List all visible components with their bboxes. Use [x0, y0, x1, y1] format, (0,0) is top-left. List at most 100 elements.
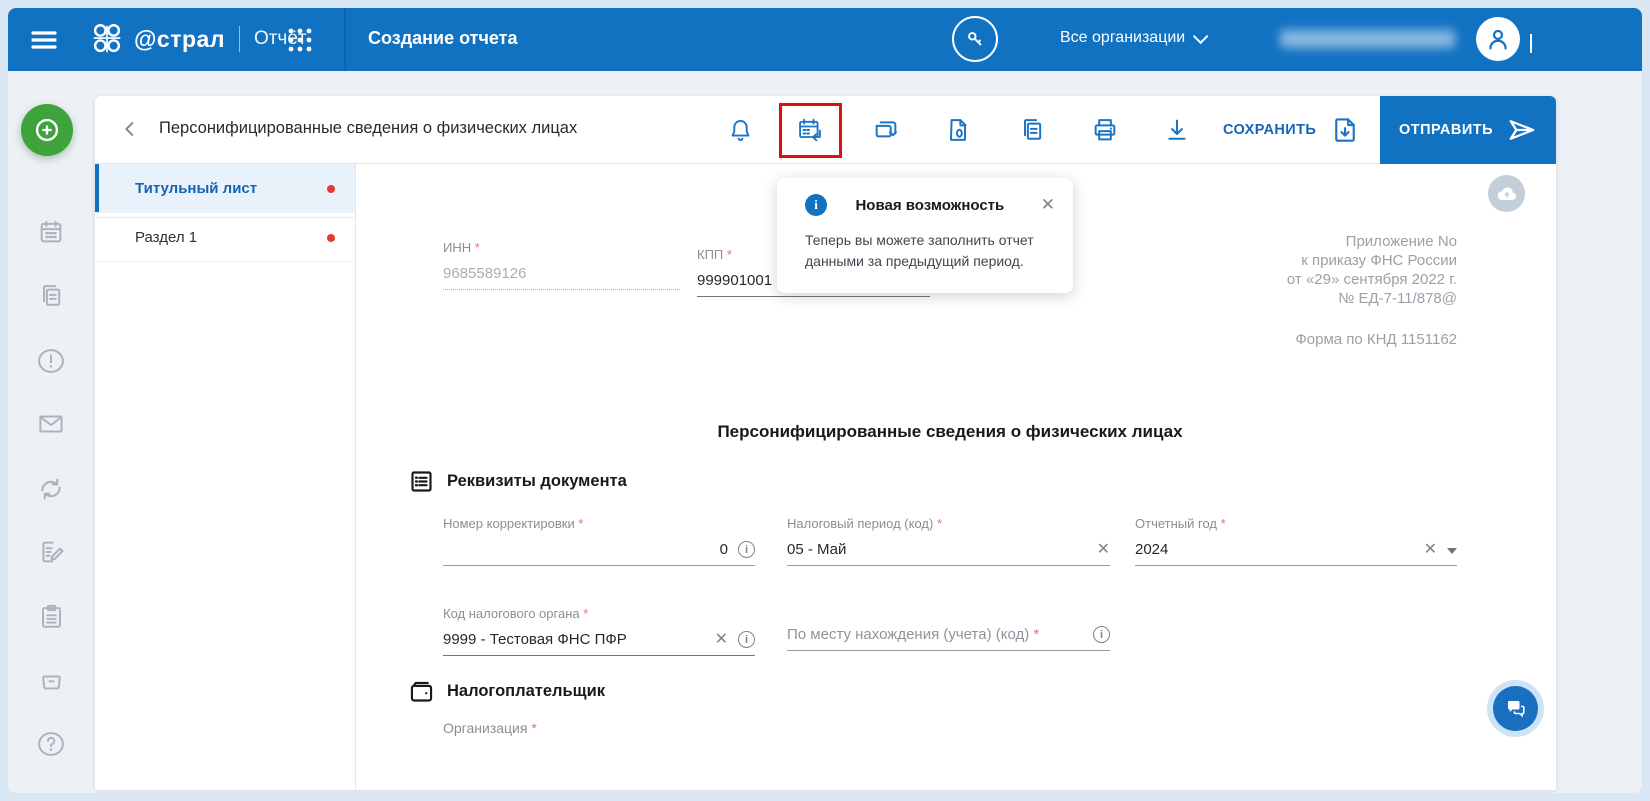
doc-zero-icon[interactable] [943, 115, 973, 145]
correction-number-label: Номер корректировки [443, 516, 755, 531]
app-logo[interactable]: @страл Отчёт [88, 20, 307, 58]
app-window: @страл Отчёт Создание отчета Все организ… [8, 8, 1642, 793]
section-taxpayer-header: Налогоплательщик [408, 678, 605, 705]
header-divider [344, 8, 346, 71]
calendar-restore-icon[interactable] [795, 115, 825, 145]
info-icon[interactable]: i [738, 631, 755, 648]
copy-docs-icon[interactable] [34, 279, 68, 313]
account-chevron-down-icon[interactable] [1530, 34, 1532, 53]
chevron-down-icon [1193, 28, 1209, 44]
page-title: Создание отчета [368, 28, 518, 48]
tax-period-field[interactable]: Налоговый период (код) 05 - Май ✕ [787, 516, 1110, 566]
section-taxpayer-title: Налогоплательщик [447, 682, 605, 700]
astral-knot-icon [93, 23, 121, 53]
knd-form-number: Форма по КНД 1151162 [1295, 331, 1457, 348]
tax-authority-value: 9999 - Тестовая ФНС ПФР [443, 631, 627, 648]
save-icon [1335, 118, 1355, 142]
inn-label: ИНН [443, 240, 680, 255]
report-year-label: Отчетный год [1135, 516, 1457, 531]
help-icon[interactable] [34, 727, 68, 761]
popup-body-line1: Теперь вы можете заполнить отчет [805, 232, 1034, 248]
clear-icon[interactable]: ✕ [1424, 542, 1437, 558]
section-requisites-header: Реквизиты документа [408, 468, 627, 495]
correction-number-field[interactable]: Номер корректировки 0i [443, 516, 755, 566]
calendar-icon[interactable] [34, 215, 68, 249]
send-button-label: ОТПРАВИТЬ [1398, 122, 1494, 138]
add-report-button[interactable] [21, 104, 73, 156]
form-content: ИНН 9685589126 КПП 999901001 i Новая воз… [356, 164, 1556, 790]
inn-value: 9685589126 [443, 265, 527, 282]
error-dot-icon [327, 185, 335, 193]
info-icon: i [805, 194, 827, 216]
correction-number-value: 0 [719, 541, 728, 558]
document-sections-panel: Титульный лист Раздел 1 [95, 164, 356, 790]
report-year-value: 2024 [1135, 541, 1169, 558]
legal-line: № ЕД-7-11/878@ [1338, 290, 1457, 307]
requisites-icon [411, 471, 432, 492]
legal-line: Приложение No [1345, 233, 1457, 250]
envelope-icon[interactable] [34, 407, 68, 441]
chat-widget-button[interactable] [1487, 680, 1544, 737]
new-feature-popup: i Новая возможность ✕ Теперь вы можете з… [777, 178, 1073, 293]
report-year-field[interactable]: Отчетный год 2024 ✕ [1135, 516, 1457, 566]
organization-selector-label: Все организации [1060, 29, 1186, 46]
chat-icon [1493, 686, 1538, 731]
download-icon[interactable] [1162, 115, 1192, 145]
tax-authority-label: Код налогового органа [443, 606, 755, 621]
send-button[interactable]: ОТПРАВИТЬ [1380, 96, 1556, 164]
sync-icon[interactable] [34, 472, 68, 506]
info-icon[interactable]: i [1093, 626, 1110, 643]
logo-divider [238, 26, 240, 52]
section-requisites-title: Реквизиты документа [447, 472, 627, 490]
organization-selector[interactable]: Все организации [1060, 28, 1209, 47]
page-frame: @страл Отчёт Создание отчета Все организ… [0, 0, 1650, 801]
import-previous-icon[interactable] [871, 115, 901, 145]
clipboard-icon[interactable] [34, 599, 68, 633]
legal-reference: Приложение No к приказу ФНС России от «2… [1117, 232, 1457, 349]
back-button[interactable] [119, 118, 143, 142]
legal-line: к приказу ФНС России [1301, 252, 1457, 269]
form-title: Персонифицированные сведения о физически… [717, 422, 1183, 441]
icon-rail [8, 71, 95, 793]
organization-field[interactable]: Организация [443, 720, 1103, 736]
close-icon[interactable]: ✕ [1033, 195, 1055, 215]
copy-icon[interactable] [1017, 115, 1047, 145]
edit-doc-icon[interactable] [34, 535, 68, 569]
section-label: Титульный лист [135, 179, 258, 197]
tax-period-value: 05 - Май [787, 541, 847, 558]
tax-authority-field[interactable]: Код налогового органа 9999 - Тестовая ФН… [443, 606, 755, 656]
clear-icon[interactable]: ✕ [715, 632, 728, 648]
popup-title: Новая возможность [855, 196, 1005, 214]
document-toolbar: Персонифицированные сведения о физически… [95, 96, 1556, 164]
save-button[interactable]: СОХРАНИТЬ [1223, 96, 1360, 164]
error-dot-icon [327, 234, 335, 242]
key-icon[interactable] [952, 16, 998, 62]
inn-field[interactable]: ИНН 9685589126 [443, 240, 680, 290]
alert-circle-icon[interactable] [34, 344, 68, 378]
info-icon[interactable]: i [738, 541, 755, 558]
legal-line: от «29» сентября 2022 г. [1286, 271, 1457, 288]
app-name: @страл [134, 25, 225, 52]
location-code-placeholder: По месту нахождения (учета) (код) [787, 626, 1083, 643]
printer-icon[interactable] [1090, 115, 1120, 145]
organization-label: Организация [443, 720, 1103, 736]
sidebar-item-section-1[interactable]: Раздел 1 [95, 213, 355, 262]
clear-icon[interactable]: ✕ [1097, 542, 1110, 558]
sidebar-item-title-page[interactable]: Титульный лист [95, 164, 355, 213]
section-label: Раздел 1 [135, 228, 198, 246]
report-card: Персонифицированные сведения о физически… [95, 96, 1556, 790]
location-code-field[interactable]: По месту нахождения (учета) (код) i [787, 626, 1110, 651]
popup-body-line2: данными за предыдущий период. [805, 253, 1024, 269]
cloud-upload-icon[interactable] [1488, 175, 1525, 212]
user-avatar[interactable] [1476, 17, 1520, 61]
hamburger-menu-icon[interactable] [28, 24, 60, 56]
save-button-label: СОХРАНИТЬ [1223, 122, 1317, 138]
dropdown-caret-icon[interactable] [1447, 548, 1457, 554]
archive-icon[interactable] [34, 662, 68, 696]
bell-icon[interactable] [725, 115, 755, 145]
apps-grid-icon[interactable] [287, 27, 313, 53]
document-title: Персонифицированные сведения о физически… [159, 119, 578, 137]
top-header: @страл Отчёт Создание отчета Все организ… [8, 8, 1642, 71]
user-email-redacted [1280, 30, 1455, 48]
tax-period-label: Налоговый период (код) [787, 516, 1110, 531]
